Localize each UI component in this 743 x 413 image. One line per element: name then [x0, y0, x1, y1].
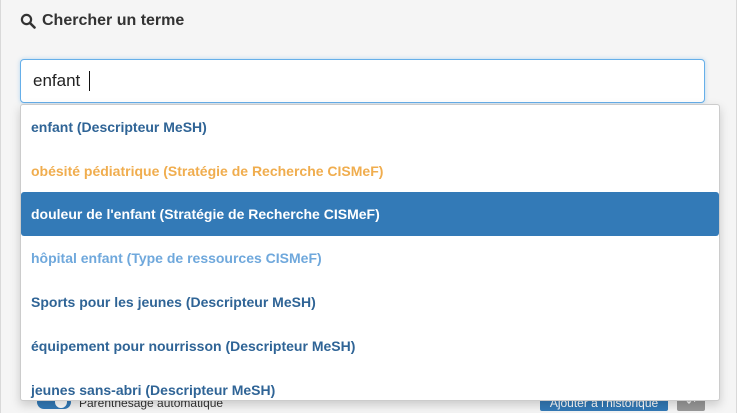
panel-title: Chercher un terme — [20, 9, 184, 33]
suggestion-item[interactable]: obésité pédiatrique (Stratégie de Recher… — [21, 149, 719, 193]
text-caret — [89, 71, 90, 91]
suggestion-item[interactable]: hôpital enfant (Type de ressources CISMe… — [21, 236, 719, 280]
suggestion-item[interactable]: Sports pour les jeunes (Descripteur MeSH… — [21, 280, 719, 324]
search-input[interactable] — [20, 59, 705, 103]
suggestion-item[interactable]: douleur de l'enfant (Stratégie de Recher… — [21, 192, 719, 236]
suggestion-item[interactable]: équipement pour nourrisson (Descripteur … — [21, 324, 719, 368]
autocomplete-dropdown: enfant (Descripteur MeSH) obésité pédiatr… — [20, 104, 720, 401]
search-icon — [20, 13, 36, 29]
panel-title-label: Chercher un terme — [42, 12, 185, 29]
suggestion-item[interactable]: jeunes sans-abri (Descripteur MeSH) — [21, 368, 719, 400]
suggestion-item[interactable]: enfant (Descripteur MeSH) — [21, 105, 719, 149]
